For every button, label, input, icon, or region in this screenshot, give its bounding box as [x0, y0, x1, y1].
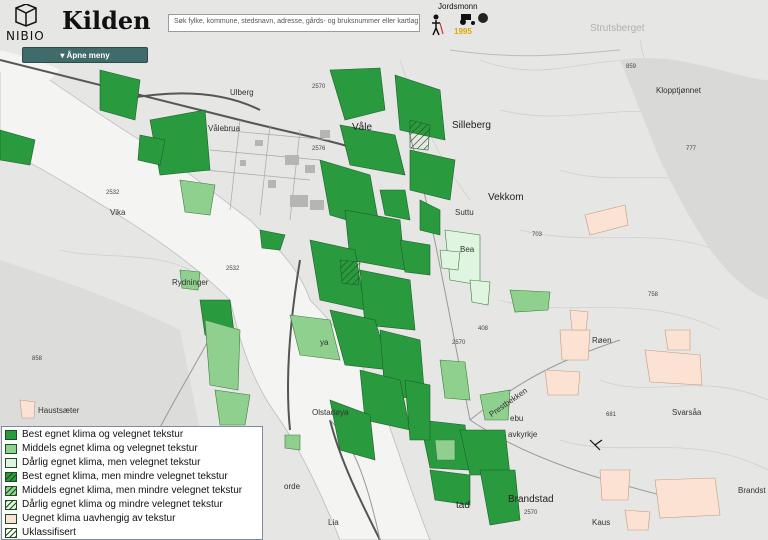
elevation-label: 703 [532, 232, 543, 238]
place-label: Lia [328, 518, 339, 527]
legend-label: Best egnet klima og velegnet tekstur [22, 429, 184, 440]
place-label: Vekkom [488, 192, 524, 203]
map-legend: Best egnet klima og velegnet tekstur Midd… [1, 426, 263, 540]
place-label: Vika [110, 208, 126, 217]
place-label: avkyrkje [508, 430, 538, 439]
place-label: Ulberg [230, 88, 254, 97]
place-label: Brandstad [508, 494, 554, 505]
legend-swatch [5, 458, 17, 468]
legend-label: Best egnet klima, men mindre velegnet te… [22, 471, 228, 482]
road-number: 2570 [524, 510, 538, 516]
legend-label: Dårlig egnet klima, men velegnet tekstur [22, 457, 201, 468]
legend-label: Uklassifisert [22, 527, 76, 538]
road-number: 2532 [226, 266, 240, 272]
tractor-icon[interactable] [458, 12, 480, 26]
layer-year: 1995 [454, 27, 472, 36]
place-label: orde [284, 482, 301, 491]
place-label: Haustsæter [38, 406, 80, 415]
legend-label: Uegnet klima uavhengig av tekstur [22, 513, 176, 524]
place-label: Røen [592, 336, 612, 345]
legend-label: Middels egnet klima og velegnet tekstur [22, 443, 198, 454]
legend-swatch [5, 486, 17, 496]
elevation-label: 858 [32, 356, 43, 362]
road-number: 2570 [452, 340, 466, 346]
place-label: Silleberg [452, 120, 491, 131]
legend-swatch [5, 500, 17, 510]
place-label: ebu [510, 414, 524, 423]
app-header: NIBIO Kilden Søk fylke, kommune, stedsna… [0, 0, 768, 46]
road-number: 2532 [106, 190, 120, 196]
elevation-label: 681 [606, 412, 617, 418]
active-layer-label: Jordsmonn [438, 2, 478, 11]
search-input[interactable]: Søk fylke, kommune, stedsnavn, adresse, … [168, 14, 420, 32]
place-label: Vålebrua [208, 124, 241, 133]
road-number: 2570 [312, 84, 326, 90]
place-label: Rydninger [172, 278, 209, 287]
place-label: Kaus [592, 518, 611, 527]
place-label: tad [456, 500, 470, 511]
place-label: Svarsåa [672, 408, 702, 417]
place-label: Bea [460, 245, 475, 254]
place-label: Klopptjønnet [656, 86, 701, 95]
place-label: Brandst [738, 486, 766, 495]
place-label: Våle [352, 122, 373, 133]
chevron-badge-icon[interactable] [478, 13, 488, 23]
legend-label: Middels egnet klima, men mindre velegnet… [22, 485, 243, 496]
elevation-label: 777 [686, 146, 697, 152]
elevation-label: 859 [626, 64, 637, 70]
logo-text: NIBIO [6, 29, 45, 43]
soil-person-icon[interactable] [430, 14, 444, 36]
place-label: Suttu [455, 208, 474, 217]
elevation-label: 408 [478, 326, 489, 332]
legend-swatch [5, 472, 17, 482]
road-number: 2576 [312, 146, 326, 152]
legend-label: Dårlig egnet klima og mindre velegnet te… [22, 499, 223, 510]
app-title[interactable]: Kilden [62, 6, 151, 35]
place-label: Olstadøya [312, 408, 349, 417]
legend-swatch [5, 528, 17, 538]
legend-swatch [5, 444, 17, 454]
place-label: Strutsberget [590, 23, 645, 34]
legend-swatch [5, 514, 17, 524]
legend-swatch [5, 430, 17, 440]
open-menu-button[interactable]: ▾ Åpne meny [22, 47, 148, 63]
place-label: ya [320, 338, 329, 347]
elevation-label: 758 [648, 292, 659, 298]
